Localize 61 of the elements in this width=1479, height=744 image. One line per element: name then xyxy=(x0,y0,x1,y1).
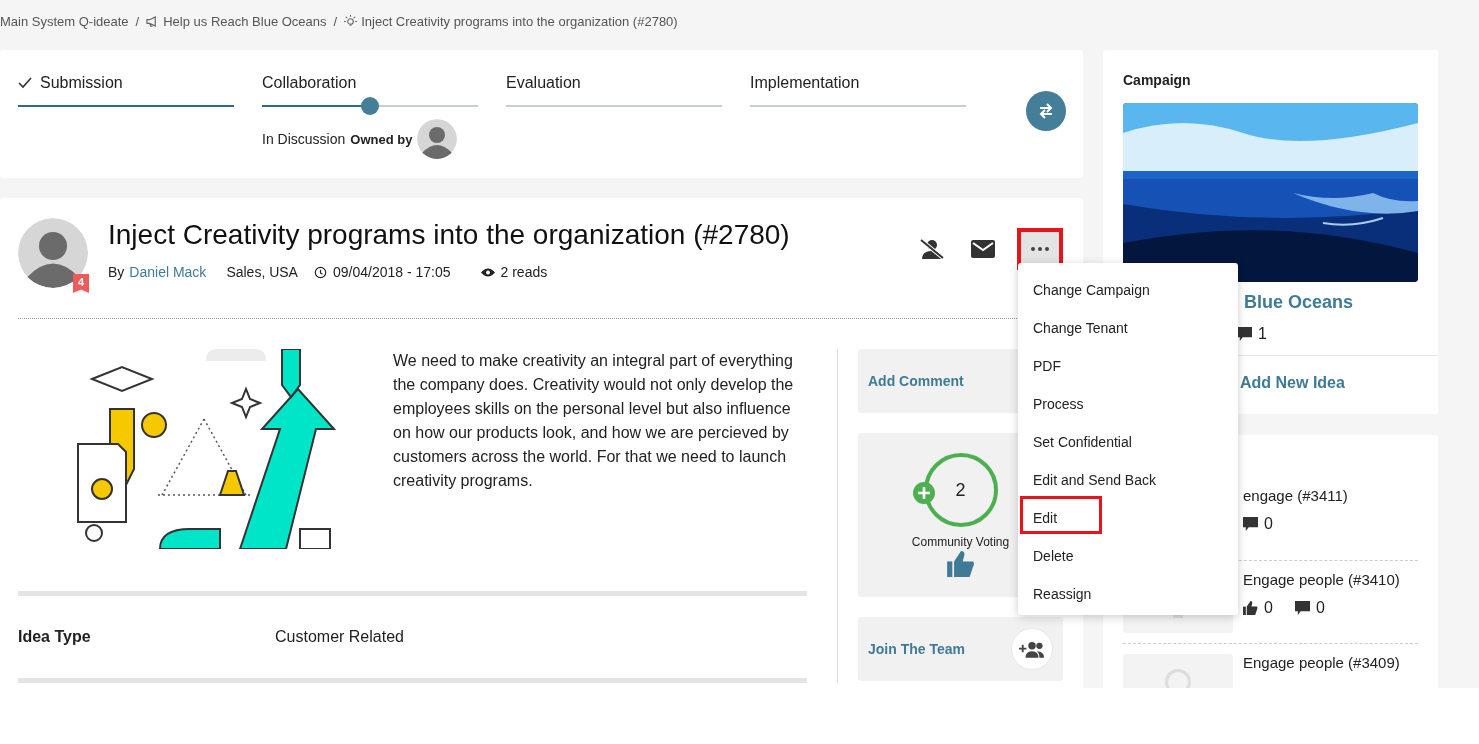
avatar xyxy=(417,119,458,159)
breadcrumb-separator: / xyxy=(333,13,338,29)
status-text: In Discussion xyxy=(262,131,346,147)
idea-link[interactable]: Engage people (#3409) xyxy=(1243,654,1400,671)
comment-icon xyxy=(1243,516,1258,532)
voting-label: Community Voting xyxy=(911,535,1010,549)
author-prefix: By xyxy=(108,264,125,280)
breadcrumb-link[interactable]: Main System Q-ideate xyxy=(0,13,129,29)
comment-icon xyxy=(1294,600,1310,616)
owner-label: Owned by xyxy=(350,131,413,147)
vote-count: 2 xyxy=(955,479,966,501)
step-label[interactable]: Collaboration xyxy=(262,74,357,92)
menu-item[interactable]: Change Campaign xyxy=(1020,268,1178,306)
mail-icon xyxy=(971,240,995,258)
like-button[interactable] xyxy=(946,551,975,577)
breadcrumb-link[interactable]: Help us Reach Blue Oceans xyxy=(163,13,327,29)
reads-count: 2 reads xyxy=(500,264,548,280)
rank-badge: 4 xyxy=(73,274,89,293)
swap-button[interactable] xyxy=(1026,91,1066,131)
menu-item[interactable]: Delete xyxy=(1020,534,1178,572)
add-group-icon xyxy=(1019,640,1045,658)
idea-link[interactable]: Engage people (#3410) xyxy=(1243,571,1400,588)
like-count: 0 xyxy=(1264,599,1273,617)
comment-icon xyxy=(1237,326,1252,342)
step-label[interactable]: Evaluation xyxy=(506,74,581,92)
menu-item[interactable]: PDF xyxy=(1020,344,1178,382)
comment-count: 0 xyxy=(1315,599,1325,617)
comment-count: 1 xyxy=(1258,325,1267,343)
thumbs-up-icon xyxy=(1243,601,1258,615)
location-text: Sales, USA xyxy=(226,264,298,280)
add-vote-button[interactable] xyxy=(911,481,936,505)
clock-icon xyxy=(313,265,327,279)
lightbulb-icon xyxy=(344,14,358,28)
breadcrumb-link[interactable]: Inject Creativity programs into the organization (#2780) xyxy=(361,13,678,29)
date-text: 09/04/2018 - 17:05 xyxy=(332,264,451,280)
comment-count: 0 xyxy=(1264,515,1273,533)
menu-item[interactable]: Set Confidential xyxy=(1020,420,1178,458)
idea-link[interactable]: engage (#3411) xyxy=(1243,487,1348,504)
menu-item[interactable]: Process xyxy=(1020,382,1178,420)
idea-description: We need to make creativity an integral part of everything the company does. Creativity would not only develop the employees skills on the personal level but also influence on how our products look, and how we are percieved by customers across the world. For that we need to launch creativity programs. xyxy=(393,351,795,491)
field-label: Idea Type xyxy=(18,628,92,646)
add-group-button[interactable] xyxy=(1011,628,1053,670)
idea-title: Inject Creativity programs into the organization (#2780) xyxy=(108,218,791,252)
add-comment-link[interactable]: Add Comment xyxy=(868,373,964,389)
author-link[interactable]: Daniel Mack xyxy=(129,264,207,280)
thumbs-up-icon xyxy=(946,551,975,577)
breadcrumb-separator: / xyxy=(135,13,140,29)
menu-item[interactable]: Reassign xyxy=(1020,572,1178,610)
menu-item[interactable]: Edit xyxy=(1020,496,1102,534)
join-team-link[interactable]: Join The Team xyxy=(868,641,965,657)
swap-arrows-icon xyxy=(1037,103,1055,119)
step-label[interactable]: Submission xyxy=(40,74,123,92)
step-label[interactable]: Implementation xyxy=(750,74,860,92)
field-value: Customer Related xyxy=(275,628,404,646)
menu-item[interactable]: Change Tenant xyxy=(1020,306,1178,344)
more-icon xyxy=(1031,247,1049,251)
eye-icon xyxy=(480,267,495,277)
card-heading: Campaign xyxy=(1123,72,1192,88)
menu-item[interactable]: Edit and Send Back xyxy=(1020,458,1178,496)
person-off-icon xyxy=(919,238,945,260)
avatar xyxy=(18,218,88,288)
